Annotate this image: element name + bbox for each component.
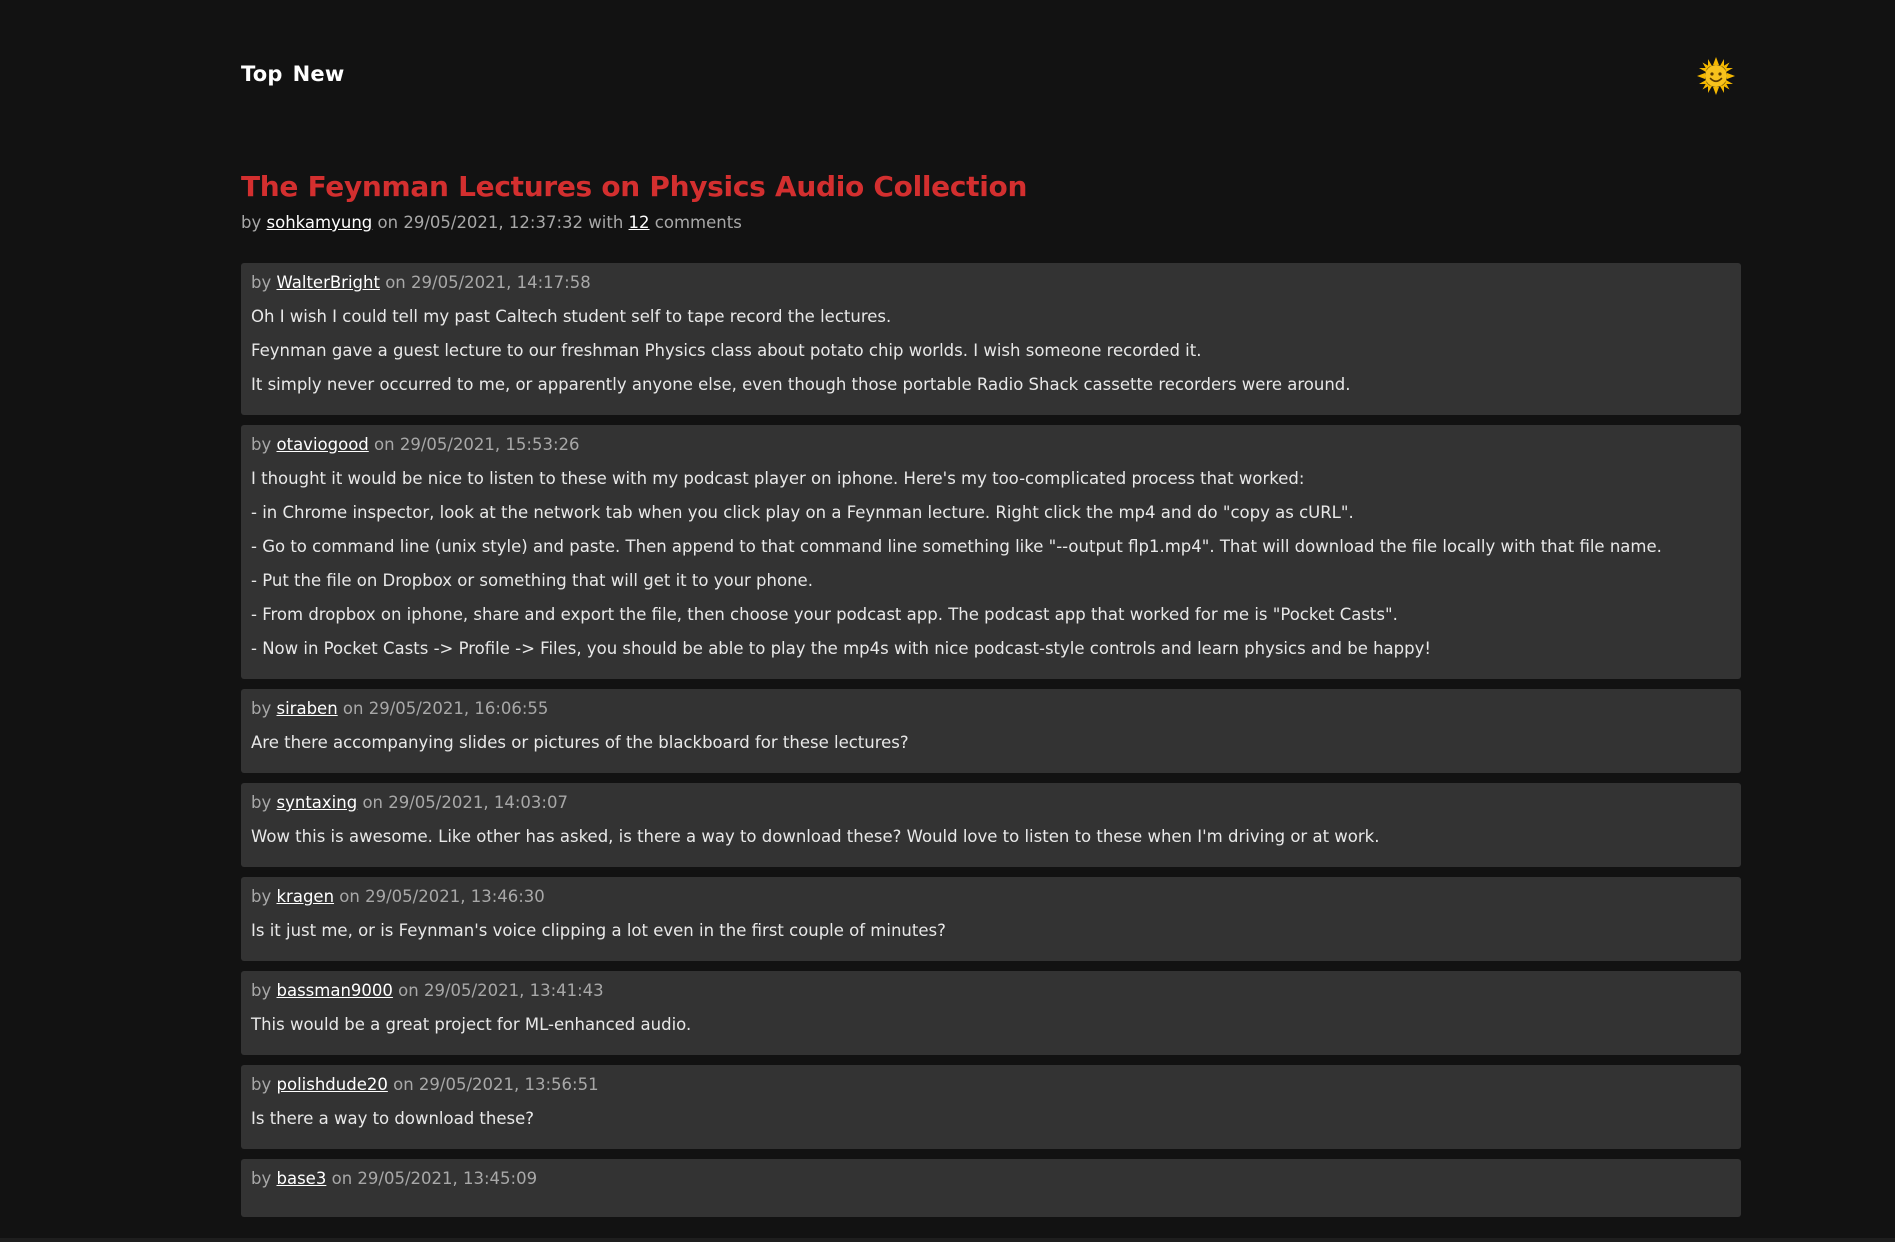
- comment-on-label: on: [339, 887, 360, 906]
- comment-paragraph: - in Chrome inspector, look at the netwo…: [251, 503, 1354, 522]
- comment-on-label: on: [362, 793, 383, 812]
- comment-card: by polishdude20 on 29/05/2021, 13:56:51 I…: [241, 1065, 1741, 1149]
- comment-paragraph: Oh I wish I could tell my past Caltech s…: [251, 307, 892, 326]
- comment-by-label: by: [251, 887, 272, 906]
- story-comments-label: comments: [654, 213, 742, 232]
- comment-body: Oh I wish I could tell my past Caltech s…: [251, 307, 1731, 395]
- comment-card: by WalterBright on 29/05/2021, 14:17:58 O…: [241, 263, 1741, 415]
- comment-card: by otaviogood on 29/05/2021, 15:53:26 I t…: [241, 425, 1741, 679]
- comment-timestamp: 29/05/2021, 13:46:30: [365, 887, 545, 906]
- comment-card: by bassman9000 on 29/05/2021, 13:41:43 Th…: [241, 971, 1741, 1055]
- comment-paragraph: I thought it would be nice to listen to …: [251, 469, 1305, 488]
- comment-on-label: on: [393, 1075, 414, 1094]
- comment-meta: by siraben on 29/05/2021, 16:06:55: [251, 699, 1731, 719]
- comment-on-label: on: [398, 981, 419, 1000]
- comment-author-link[interactable]: polishdude20: [277, 1075, 388, 1094]
- story-with-label: with: [588, 213, 624, 232]
- comment-body: Wow this is awesome. Like other has aske…: [251, 827, 1731, 847]
- comment-paragraph: It simply never occurred to me, or appar…: [251, 375, 1351, 394]
- comment-card: by base3 on 29/05/2021, 13:45:09: [241, 1159, 1741, 1217]
- comment-timestamp: 29/05/2021, 15:53:26: [399, 435, 580, 454]
- sun-face-icon: [1697, 57, 1735, 95]
- comment-by-label: by: [251, 699, 272, 718]
- comment-on-label: on: [385, 273, 406, 292]
- comment-paragraph: This would be a great project for ML-enh…: [251, 1015, 692, 1034]
- comment-paragraph: Is it just me, or is Feynman's voice cli…: [251, 921, 946, 940]
- comment-card: by syntaxing on 29/05/2021, 14:03:07 Wow …: [241, 783, 1741, 867]
- comment-body: I thought it would be nice to listen to …: [251, 469, 1731, 659]
- comment-by-label: by: [251, 793, 272, 812]
- comment-paragraph: Are there accompanying slides or picture…: [251, 733, 909, 752]
- comment-author-link[interactable]: bassman9000: [277, 981, 393, 1000]
- story-title[interactable]: The Feynman Lectures on Physics Audio Co…: [241, 170, 1027, 203]
- comment-by-label: by: [251, 1169, 272, 1188]
- story-meta: by sohkamyung on 29/05/2021, 12:37:32 wi…: [241, 213, 742, 232]
- comment-meta: by WalterBright on 29/05/2021, 14:17:58: [251, 273, 1731, 293]
- comment-on-label: on: [331, 1169, 353, 1188]
- comment-timestamp: 29/05/2021, 14:17:58: [411, 273, 591, 292]
- comment-meta: by polishdude20 on 29/05/2021, 13:56:51: [251, 1075, 1731, 1095]
- comment-timestamp: 29/05/2021, 13:45:09: [357, 1169, 538, 1188]
- comment-meta: by kragen on 29/05/2021, 13:46:30: [251, 887, 1731, 907]
- comment-body: Are there accompanying slides or picture…: [251, 733, 1731, 753]
- comment-meta: by otaviogood on 29/05/2021, 15:53:26: [251, 435, 1731, 455]
- comment-paragraph: - Go to command line (unix style) and pa…: [251, 537, 1662, 556]
- comment-on-label: on: [342, 699, 364, 718]
- story-timestamp: 29/05/2021, 12:37:32: [403, 213, 584, 232]
- comment-meta: by syntaxing on 29/05/2021, 14:03:07: [251, 793, 1731, 813]
- comment-author-link[interactable]: kragen: [277, 887, 335, 906]
- comment-paragraph: - Put the file on Dropbox or something t…: [251, 571, 813, 590]
- comment-paragraph: Feynman gave a guest lecture to our fres…: [251, 341, 1202, 360]
- comment-by-label: by: [251, 435, 272, 454]
- comment-paragraph: Is there a way to download these?: [251, 1109, 534, 1128]
- bottom-edge-strip: [0, 1238, 1895, 1242]
- comment-paragraph: - Now in Pocket Casts -> Profile -> File…: [251, 639, 1431, 658]
- comment-list: by WalterBright on 29/05/2021, 14:17:58 O…: [241, 263, 1741, 1227]
- comment-meta: by bassman9000 on 29/05/2021, 13:41:43: [251, 981, 1731, 1001]
- story-by-label: by: [241, 213, 262, 232]
- comment-paragraph: - From dropbox on iphone, share and expo…: [251, 605, 1398, 624]
- comment-timestamp: 29/05/2021, 13:41:43: [423, 981, 604, 1000]
- comment-by-label: by: [251, 273, 272, 292]
- comment-body: This would be a great project for ML-enh…: [251, 1015, 1731, 1035]
- comment-body: Is it just me, or is Feynman's voice cli…: [251, 921, 1731, 941]
- story-comment-count-link[interactable]: 12: [629, 213, 650, 232]
- comment-paragraph: Wow this is awesome. Like other has aske…: [251, 827, 1380, 846]
- top-nav: Top New: [241, 62, 344, 86]
- theme-toggle-button[interactable]: [1697, 57, 1735, 95]
- comment-card: by kragen on 29/05/2021, 13:46:30 Is it j…: [241, 877, 1741, 961]
- story-author-link[interactable]: sohkamyung: [267, 213, 373, 232]
- comment-by-label: by: [251, 1075, 272, 1094]
- story-on-label: on: [377, 213, 399, 232]
- comment-meta: by base3 on 29/05/2021, 13:45:09: [251, 1169, 1731, 1189]
- comment-timestamp: 29/05/2021, 14:03:07: [388, 793, 568, 812]
- comment-author-link[interactable]: siraben: [277, 699, 338, 718]
- nav-new-link[interactable]: New: [293, 62, 345, 86]
- comment-on-label: on: [374, 435, 395, 454]
- comment-author-link[interactable]: base3: [277, 1169, 327, 1188]
- comment-timestamp: 29/05/2021, 13:56:51: [418, 1075, 599, 1094]
- comment-by-label: by: [251, 981, 272, 1000]
- comment-author-link[interactable]: otaviogood: [277, 435, 369, 454]
- comment-timestamp: 29/05/2021, 16:06:55: [368, 699, 549, 718]
- comment-body: Is there a way to download these?: [251, 1109, 1731, 1129]
- comment-author-link[interactable]: WalterBright: [277, 273, 380, 292]
- comment-author-link[interactable]: syntaxing: [277, 793, 358, 812]
- page: Top New The Feynman Lectures on Physics …: [0, 0, 1895, 1242]
- comment-card: by siraben on 29/05/2021, 16:06:55 Are th…: [241, 689, 1741, 773]
- nav-top-link[interactable]: Top: [241, 62, 283, 86]
